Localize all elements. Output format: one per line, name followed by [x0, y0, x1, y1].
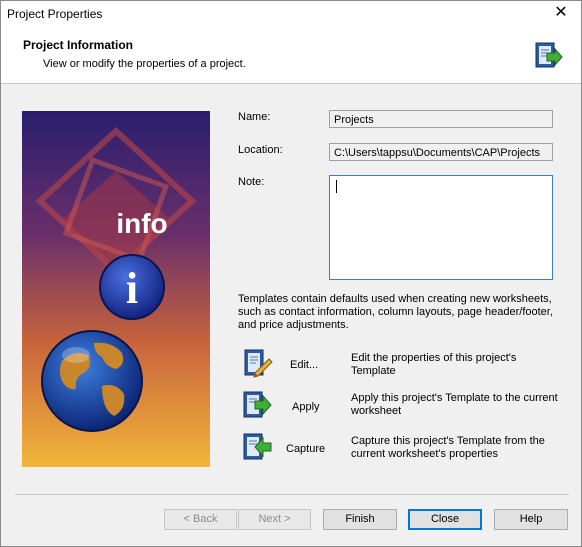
finish-button[interactable]: Finish [323, 509, 397, 530]
info-banner-image: info i [22, 111, 210, 467]
info-i-glyph: i [126, 264, 138, 313]
templates-description: Templates contain defaults used when cre… [238, 293, 553, 331]
apply-label: Apply [292, 401, 320, 413]
location-label: Location: [238, 144, 283, 156]
edit-template-link[interactable]: Edit... [290, 359, 318, 371]
wizard-header: Project Information View or modify the p… [1, 27, 581, 84]
name-field[interactable]: Projects [329, 110, 553, 128]
apply-description: Apply this project's Template to the cur… [351, 392, 558, 417]
capture-template-icon[interactable] [241, 431, 273, 463]
help-button[interactable]: Help [494, 509, 568, 530]
capture-description: Capture this project's Template from the… [351, 435, 545, 460]
capture-label: Capture [286, 443, 326, 455]
next-button[interactable]: Next > [238, 509, 311, 530]
project-template-icon [535, 42, 563, 68]
text-caret [336, 180, 337, 193]
name-label: Name: [238, 111, 271, 123]
edit-description: Edit the properties of this project's Te… [351, 352, 517, 377]
button-separator [15, 494, 569, 495]
apply-template-link[interactable]: Apply [292, 401, 320, 413]
apply-template-icon[interactable] [241, 389, 273, 421]
page-subtitle: View or modify the properties of a proje… [43, 58, 246, 70]
close-button[interactable]: Close [408, 509, 482, 530]
page-title: Project Information [23, 38, 134, 52]
note-label: Note: [238, 176, 265, 188]
location-field[interactable]: C:\Users\tappsu\Documents\CAP\Projects [329, 143, 553, 161]
back-button[interactable]: < Back [164, 509, 237, 530]
project-properties-dialog: Project Properties ✕ Project Information… [0, 0, 582, 547]
edit-template-icon[interactable] [241, 347, 273, 379]
capture-template-link[interactable]: Capture [286, 443, 325, 455]
edit-label: Edit... [290, 359, 319, 371]
window-title: Project Properties [7, 7, 103, 21]
close-window-button[interactable]: ✕ [551, 3, 571, 23]
title-bar: Project Properties ✕ [1, 1, 581, 27]
note-textarea[interactable] [329, 175, 553, 280]
info-text: info [116, 208, 167, 239]
